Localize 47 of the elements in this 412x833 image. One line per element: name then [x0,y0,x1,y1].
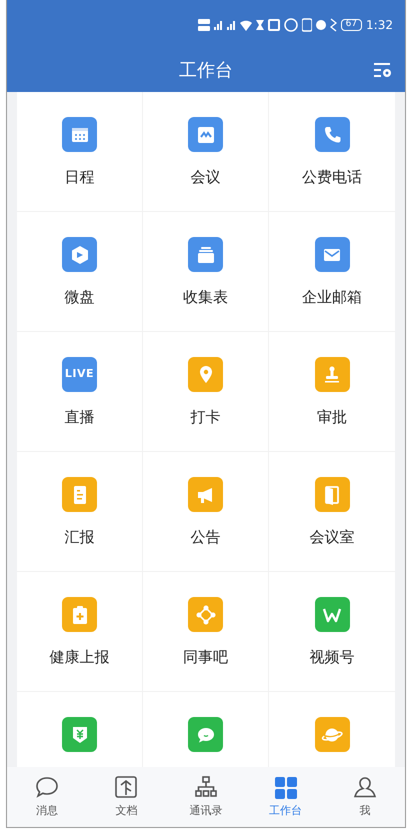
app-tile[interactable]: 日程 [17,92,143,212]
document-icon [113,775,140,801]
app-tile[interactable]: 公告 [143,452,269,572]
app-label: 直播 [64,407,94,428]
app-label: 公费电话 [302,167,362,188]
app-label: 收集表 [183,287,228,308]
clock-time: 1:32 [366,17,393,34]
tab-item[interactable]: 工作台 [246,767,326,827]
app-label: 会议室 [310,527,354,548]
settings-icon [373,60,393,80]
app-label: 企业邮箱 [302,287,362,308]
tab-item[interactable]: 我 [325,767,405,827]
app-tile[interactable]: 微盘 [17,212,143,332]
app-tile[interactable]: 健康上报 [17,572,143,692]
app-tile[interactable]: 同事吧 [143,572,269,692]
app-tile[interactable]: LIVE 直播 [17,332,143,452]
app-label: 审批 [317,407,347,428]
alarm-icon [316,18,326,32]
app-tile[interactable]: 汇报 [17,452,143,572]
circle-icon [284,18,298,32]
signal-icon [214,18,223,32]
live-icon: LIVE [62,357,97,392]
app-label: 视频号 [310,647,354,668]
app-label: 打卡 [190,407,220,428]
tab-item[interactable]: 通讯录 [166,767,246,827]
app-label: 同事吧 [183,647,228,668]
app-label: 汇报 [64,527,94,548]
page-title: 工作台 [179,60,233,82]
app-label: 会议 [190,167,220,188]
settings-button[interactable] [373,60,393,80]
hd-icon [198,18,210,32]
app-label: 微盘 [64,287,94,308]
wifi-icon [240,18,252,32]
app-tile[interactable]: 会议 [143,92,269,212]
bluetooth-icon [330,18,337,32]
grid-icon [272,775,299,801]
square-icon [268,18,280,32]
app-tile[interactable]: 收集表 [143,212,269,332]
nfc-icon [302,18,312,32]
hourglass-icon [256,18,264,32]
signal-icon [226,18,236,32]
tab-item[interactable]: 文档 [86,767,166,827]
tab-item[interactable]: 消息 [7,767,87,827]
app-tile[interactable]: 打卡 [143,332,269,452]
app-label: 日程 [64,167,94,188]
app-label: 健康上报 [50,647,110,668]
app-label: 公告 [190,527,220,548]
